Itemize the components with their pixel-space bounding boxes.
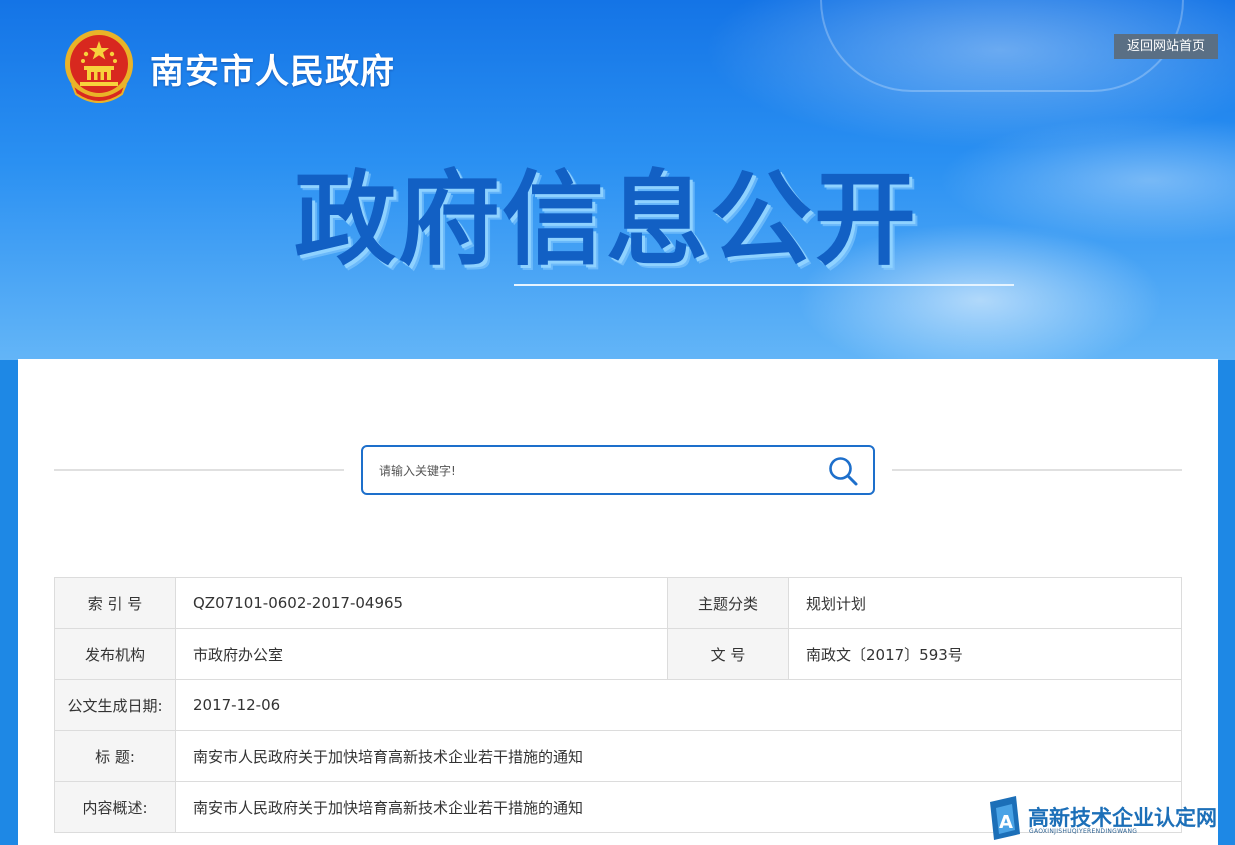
subject-category-value: 规划计划	[788, 577, 1182, 629]
hero-underline	[514, 284, 1014, 286]
watermark: A 高新技术企业认定网 GAOXINJISHUQIYERENDINGWANG	[986, 796, 1234, 842]
table-row: 发布机构 市政府办公室 文 号 南政文〔2017〕593号	[54, 628, 1182, 680]
title-label: 标 题:	[54, 730, 176, 782]
table-row: 公文生成日期: 2017-12-06	[54, 679, 1182, 731]
watermark-subtext: GAOXINJISHUQIYERENDINGWANG	[1029, 828, 1138, 835]
date-label: 公文生成日期:	[54, 679, 176, 731]
document-number-label: 文 号	[667, 628, 789, 680]
search-divider-left	[54, 469, 344, 471]
national-emblem-icon	[65, 30, 133, 103]
summary-label: 内容概述:	[54, 781, 176, 833]
table-row: 索 引 号 QZ07101-0602-2017-04965 主题分类 规划计划	[54, 577, 1182, 629]
return-home-button[interactable]: 返回网站首页	[1114, 34, 1218, 59]
site-title: 南安市人民政府	[150, 52, 395, 92]
search-input[interactable]	[377, 447, 811, 495]
title-value: 南安市人民政府关于加快培育高新技术企业若干措施的通知	[175, 730, 1182, 782]
publisher-label: 发布机构	[54, 628, 176, 680]
svg-text:A: A	[999, 812, 1013, 833]
index-number-value: QZ07101-0602-2017-04965	[175, 577, 668, 629]
search-divider-right	[892, 469, 1182, 471]
search-icon[interactable]	[827, 455, 859, 487]
content-panel: 索 引 号 QZ07101-0602-2017-04965 主题分类 规划计划 …	[18, 359, 1218, 845]
subject-category-label: 主题分类	[667, 577, 789, 629]
table-row: 标 题: 南安市人民政府关于加快培育高新技术企业若干措施的通知	[54, 730, 1182, 782]
search-box	[361, 445, 875, 495]
document-number-value: 南政文〔2017〕593号	[788, 628, 1182, 680]
document-metadata-table: 索 引 号 QZ07101-0602-2017-04965 主题分类 规划计划 …	[54, 577, 1182, 833]
watermark-logo-icon: A	[990, 796, 1020, 840]
publisher-value: 市政府办公室	[175, 628, 668, 680]
index-number-label: 索 引 号	[54, 577, 176, 629]
date-value: 2017-12-06	[175, 679, 1182, 731]
hero-title: 政府信息公开	[294, 161, 918, 280]
header-banner: 南安市人民政府 返回网站首页 政府信息公开	[0, 0, 1235, 360]
